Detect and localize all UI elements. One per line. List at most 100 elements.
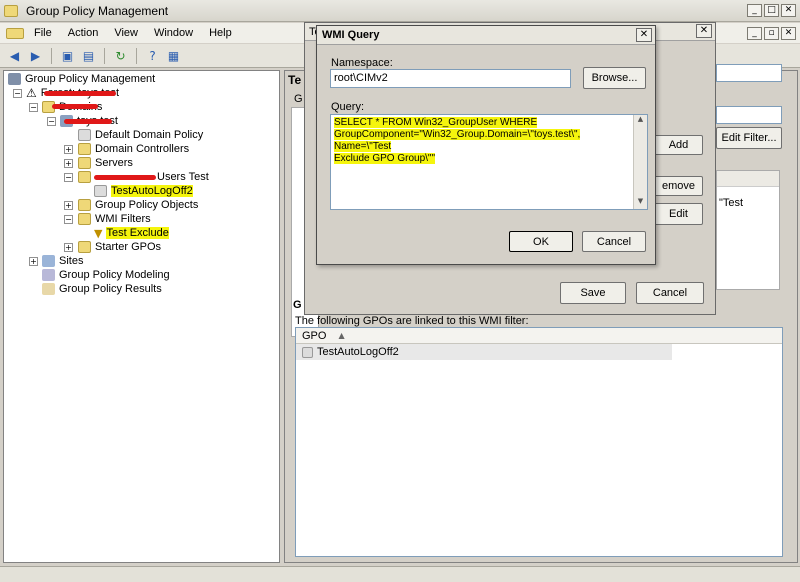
gpo-link-icon [78, 129, 91, 141]
close-icon[interactable]: ✕ [696, 24, 712, 38]
query-label: Query: [331, 101, 365, 113]
tree-item-sites[interactable]: Sites [42, 254, 83, 268]
forward-arrow-icon[interactable]: ▶ [27, 47, 44, 64]
menu-help[interactable]: Help [201, 27, 240, 39]
status-bar [0, 566, 800, 582]
description-field[interactable] [716, 106, 782, 124]
toolbar-divider [104, 47, 105, 64]
name-field[interactable] [716, 64, 782, 82]
tree-item-label: Default Domain Policy [95, 129, 204, 141]
linked-gpo-table: GPO ▲ TestAutoLogOff2 [295, 327, 783, 557]
ok-button[interactable]: OK [509, 231, 573, 252]
tab-general[interactable]: G [294, 93, 303, 105]
show-hide-tree-icon[interactable]: ▤ [80, 47, 97, 64]
dialog-titlebar: WMI Query ✕ [317, 26, 655, 45]
tree-item-group-policy-objects[interactable]: Group Policy Objects [78, 198, 198, 212]
query-textarea[interactable]: SELECT * FROM Win32_GroupUser WHERE Grou… [330, 114, 648, 210]
expand-toggle[interactable]: + [64, 201, 73, 210]
filter-list-value: "Test [719, 197, 744, 209]
tree-item-test-exclude[interactable]: ▼ Test Exclude [94, 226, 169, 240]
tree-item-gp-results[interactable]: Group Policy Results [42, 282, 162, 296]
tree-item-servers[interactable]: Servers [78, 156, 133, 170]
expand-toggle[interactable]: + [64, 159, 73, 168]
tree-item-root[interactable]: Group Policy Management [8, 72, 155, 86]
menu-window[interactable]: Window [146, 27, 201, 39]
wmi-query-dialog: WMI Query ✕ Namespace: root\CIMv2 Browse… [316, 25, 656, 265]
tree-item-gp-modeling[interactable]: Group Policy Modeling [42, 268, 170, 282]
expand-toggle[interactable]: + [64, 145, 73, 154]
up-folder-icon[interactable]: ▣ [59, 47, 76, 64]
gpo-icon [302, 346, 313, 358]
add-button[interactable]: Add [654, 135, 703, 155]
tree-item-label: Users Test [157, 171, 209, 183]
menu-view[interactable]: View [106, 27, 146, 39]
close-button[interactable]: ✕ [781, 4, 796, 17]
redaction-mark [94, 175, 156, 180]
tree-item-default-domain-policy[interactable]: Default Domain Policy [78, 128, 203, 142]
edit-button[interactable]: Edit [654, 203, 703, 225]
filter-list: "Test [716, 170, 780, 290]
minimize-button[interactable]: _ [747, 4, 762, 17]
wmi-filter-icon: ▼ [94, 226, 103, 240]
edit-filter-button[interactable]: Edit Filter... [716, 127, 782, 149]
remove-button[interactable]: emove [654, 176, 703, 196]
tree-item-starter-gpos[interactable]: Starter GPOs [78, 240, 161, 254]
collapse-toggle[interactable]: − [64, 173, 73, 182]
child-close-button[interactable]: ✕ [781, 26, 796, 40]
folder-icon [78, 199, 91, 211]
sort-ascending-icon: ▲ [338, 331, 345, 340]
gpo-column-header[interactable]: GPO ▲ [296, 328, 782, 344]
menu-file[interactable]: File [26, 27, 60, 39]
folder-icon [78, 241, 91, 253]
close-icon[interactable]: ✕ [636, 28, 652, 42]
query-line: SELECT * FROM Win32_GroupUser WHERE [334, 117, 538, 128]
child-minimize-button[interactable]: _ [747, 26, 762, 40]
table-row[interactable]: TestAutoLogOff2 [296, 344, 672, 360]
ou-icon [78, 157, 91, 169]
redaction-mark [64, 119, 112, 124]
tree-item-domain-controllers[interactable]: Domain Controllers [78, 142, 189, 156]
cancel-button[interactable]: Cancel [636, 282, 704, 304]
tree-item-label: Group Policy Objects [95, 199, 199, 211]
gpo-name: TestAutoLogOff2 [317, 346, 399, 358]
window-title: Group Policy Management [26, 3, 169, 18]
refresh-icon[interactable]: ↻ [112, 47, 129, 64]
tree-item-testautologoff2[interactable]: TestAutoLogOff2 [94, 184, 193, 198]
query-text: SELECT * FROM Win32_GroupUser WHERE Grou… [331, 115, 631, 167]
expand-toggle[interactable]: + [64, 243, 73, 252]
dialog-title: WMI Query [322, 29, 380, 41]
collapse-toggle[interactable]: − [47, 117, 56, 126]
cancel-button[interactable]: Cancel [582, 231, 646, 252]
collapse-toggle[interactable]: − [29, 103, 38, 112]
query-scrollbar[interactable]: ▲ ▼ [633, 115, 647, 209]
properties-icon[interactable]: ▦ [165, 47, 182, 64]
tree-item-wmi-filters[interactable]: WMI Filters [78, 212, 151, 226]
folder-icon [78, 213, 91, 225]
maximize-button[interactable]: □ [764, 4, 779, 17]
save-button[interactable]: Save [560, 282, 626, 304]
back-arrow-icon[interactable]: ◀ [6, 47, 23, 64]
tree-item-label: TestAutoLogOff2 [111, 185, 193, 197]
linked-gpos-heading: G [293, 299, 302, 311]
scroll-down-icon[interactable]: ▼ [634, 197, 647, 209]
collapse-toggle[interactable]: − [64, 215, 73, 224]
toolbar-divider [51, 47, 52, 64]
window-titlebar: Group Policy Management _ □ ✕ [0, 0, 800, 22]
gpm-root-icon [8, 73, 21, 85]
browse-button[interactable]: Browse... [583, 67, 646, 89]
namespace-field[interactable]: root\CIMv2 [330, 69, 571, 88]
child-restore-button[interactable]: ▫ [764, 26, 779, 40]
query-line: GroupComponent="Win32_Group.Domain=\"toy… [334, 129, 581, 152]
toolbar-divider [136, 47, 137, 64]
help-icon[interactable]: ? [144, 47, 161, 64]
tree-item-label: Servers [95, 157, 133, 169]
collapse-toggle[interactable]: − [13, 89, 22, 98]
scroll-up-icon[interactable]: ▲ [634, 115, 647, 127]
query-line: Exclude GPO Group\"" [334, 153, 436, 164]
tree-item-label: Group Policy Results [59, 283, 162, 295]
menu-action[interactable]: Action [60, 27, 107, 39]
tree-item-label: Sites [59, 255, 84, 267]
gpo-link-icon [94, 185, 107, 197]
expand-toggle[interactable]: + [29, 257, 38, 266]
tree-item-label: Test Exclude [106, 227, 169, 239]
